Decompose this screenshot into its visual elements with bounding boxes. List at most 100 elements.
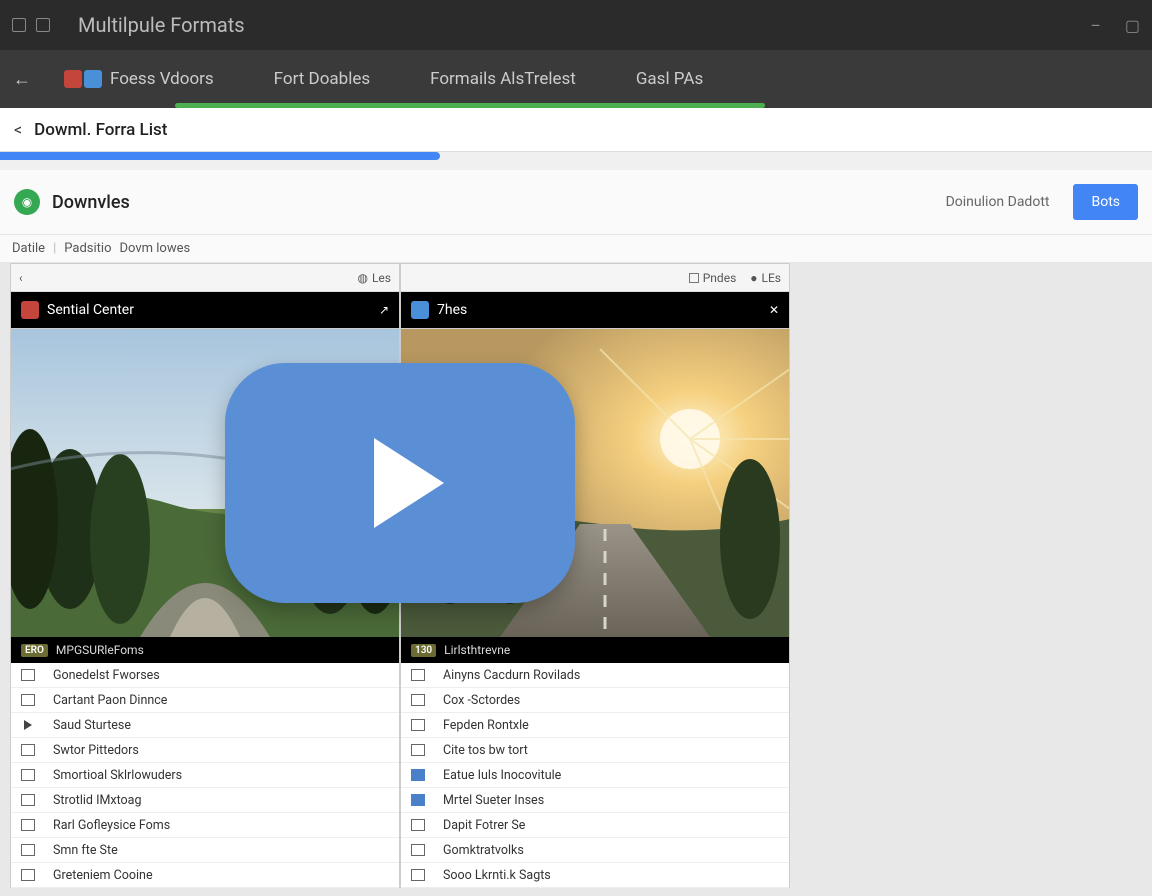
window-titlebar: Multilpule Formats – ▢	[0, 0, 1152, 50]
list-item-icon	[21, 869, 35, 881]
tab-foess-vdoors[interactable]: Foess Vdoors	[34, 50, 244, 108]
panels-container: ‹ ◍ Les Sential Center ↗ Pndes ● LEs	[0, 263, 1152, 329]
tab-icon-2	[84, 70, 102, 88]
caption-left-text: MPGSURleFoms	[56, 643, 144, 657]
nav-back-button[interactable]: ←	[10, 69, 34, 90]
section-link[interactable]: Doinulion Dadott	[932, 188, 1064, 216]
list-item-icon	[21, 694, 35, 706]
list-item[interactable]: Gomktratvolks	[401, 838, 789, 863]
list-item[interactable]: Fepden Rontxle	[401, 713, 789, 738]
panel-left-back-icon[interactable]: ‹	[19, 271, 23, 285]
list-item-icon	[21, 769, 35, 781]
tab-fort-doables[interactable]: Fort Doables	[244, 50, 400, 108]
list-right: Ainyns Cacdurn Rovilads Cox -Sctordes Fepd…	[400, 663, 790, 888]
circle-icon: ◍	[357, 271, 367, 285]
tab-icon	[64, 70, 82, 88]
list-item-label: Smn fte Ste	[53, 843, 118, 858]
list-item-label: Strotlid IMxtoag	[53, 793, 142, 808]
list-item[interactable]: Smortioal Sklrlowuders	[11, 763, 399, 788]
tab-label: Formails AlsTrelest	[430, 69, 576, 89]
list-item[interactable]: Greteniem Cooine	[11, 863, 399, 888]
breadcrumb-item[interactable]: Datile	[12, 241, 45, 256]
tab-label: Foess Vdoors	[110, 69, 214, 89]
list-item-label: Smortioal Sklrlowuders	[53, 768, 182, 783]
list-item-label: Dapit Fotrer Se	[443, 818, 525, 833]
list-item-icon	[21, 844, 35, 856]
list-item-label: Gomktratvolks	[443, 843, 524, 858]
list-item-icon	[411, 844, 425, 856]
list-item[interactable]: Cite tos bw tort	[401, 738, 789, 763]
panel-left-action-icon[interactable]: ↗	[379, 303, 389, 317]
list-item[interactable]: Cox -Sctordes	[401, 688, 789, 713]
list-item-icon	[411, 794, 425, 806]
breadcrumb-item[interactable]: Padsitio	[64, 241, 111, 256]
list-item[interactable]: Strotlid IMxtoag	[11, 788, 399, 813]
list-item-icon	[411, 719, 425, 731]
window-title: Multilpule Formats	[78, 13, 245, 37]
window-icon-1	[12, 18, 26, 32]
caption-right-badge: 130	[411, 644, 436, 657]
list-item[interactable]: Sooo Lkrnti.k Sagts	[401, 863, 789, 888]
panel-left-tool-1[interactable]: ◍ Les	[357, 271, 391, 285]
list-item-label: Greteniem Cooine	[53, 868, 153, 883]
list-item-label: Gonedelst Fworses	[53, 668, 160, 683]
list-item[interactable]: Saud Sturtese	[11, 713, 399, 738]
active-tab-indicator	[0, 152, 440, 160]
caption-right: 130 Lirlsthtrevne	[400, 637, 790, 663]
list-item[interactable]: Rarl Gofleysice Foms	[11, 813, 399, 838]
caption-row: ERO MPGSURleFoms 130 Lirlsthtrevne	[10, 637, 1142, 663]
list-item[interactable]: Dapit Fotrer Se	[401, 813, 789, 838]
caption-left-badge: ERO	[21, 644, 48, 657]
play-button[interactable]	[225, 363, 575, 603]
tab-formails[interactable]: Formails AlsTrelest	[400, 50, 606, 108]
list-item-label: Cox -Sctordes	[443, 693, 520, 708]
play-icon	[374, 438, 444, 528]
maximize-button[interactable]: ▢	[1125, 16, 1140, 35]
list-item-icon	[411, 694, 425, 706]
panel-left-app-icon	[21, 301, 39, 319]
lists-container: Gonedelst Fworses Cartant Paon Dinnce Saud…	[10, 663, 1142, 888]
breadcrumb: Datile | Padsitio Dovm lowes	[0, 235, 1152, 263]
list-item-label: Cartant Paon Dinnce	[53, 693, 167, 708]
window-icon-2	[36, 18, 50, 32]
panel-right-close-icon[interactable]: ✕	[769, 303, 779, 317]
list-item-label: Saud Sturtese	[53, 718, 131, 733]
list-item[interactable]: Ainyns Cacdurn Rovilads	[401, 663, 789, 688]
active-tab-indicator-wrap	[0, 152, 1152, 170]
list-item-icon	[21, 794, 35, 806]
list-item[interactable]: Eatue Iuls Inocovitule	[401, 763, 789, 788]
caption-left: ERO MPGSURleFoms	[10, 637, 400, 663]
panel-right-app-icon	[411, 301, 429, 319]
tab-label: Fort Doables	[274, 69, 370, 89]
panel-right: Pndes ● LEs 7hes ✕	[400, 263, 790, 329]
list-item-icon	[411, 869, 425, 881]
panel-right-tool-1[interactable]: Pndes	[689, 271, 737, 285]
caption-right-text: Lirlsthtrevne	[444, 643, 510, 657]
breadcrumb-separator: |	[53, 241, 56, 256]
list-item-label: Cite tos bw tort	[443, 743, 528, 758]
list-item[interactable]: Smn fte Ste	[11, 838, 399, 863]
panel-right-title: 7hes	[437, 302, 467, 318]
list-item[interactable]: Mrtel Sueter Inses	[401, 788, 789, 813]
list-left: Gonedelst Fworses Cartant Paon Dinnce Saud…	[10, 663, 400, 888]
panel-left: ‹ ◍ Les Sential Center ↗	[10, 263, 400, 329]
tool-label: Pndes	[703, 271, 737, 285]
tab-label: Gasl PAs	[636, 69, 703, 89]
list-item-icon	[411, 744, 425, 756]
list-item-icon	[411, 669, 425, 681]
list-item[interactable]: Swtor Pittedors	[11, 738, 399, 763]
list-item[interactable]: Cartant Paon Dinnce	[11, 688, 399, 713]
list-item-icon	[21, 819, 35, 831]
section-primary-button[interactable]: Bots	[1073, 184, 1138, 220]
minimize-button[interactable]: –	[1090, 16, 1101, 35]
panel-right-title-bar: 7hes ✕	[401, 292, 789, 328]
tab-gasl-pas[interactable]: Gasl PAs	[606, 50, 733, 108]
panel-right-tool-2[interactable]: ● LEs	[750, 271, 781, 285]
tab-bar: ← Foess Vdoors Fort Doables Formails Als…	[0, 50, 1152, 108]
subheader-back-button[interactable]: <	[14, 120, 22, 139]
list-item-icon	[21, 669, 35, 681]
subheader-title: Dowml. Forra List	[34, 120, 167, 140]
breadcrumb-item[interactable]: Dovm lowes	[120, 241, 191, 256]
list-item[interactable]: Gonedelst Fworses	[11, 663, 399, 688]
list-item-label: Eatue Iuls Inocovitule	[443, 768, 561, 783]
